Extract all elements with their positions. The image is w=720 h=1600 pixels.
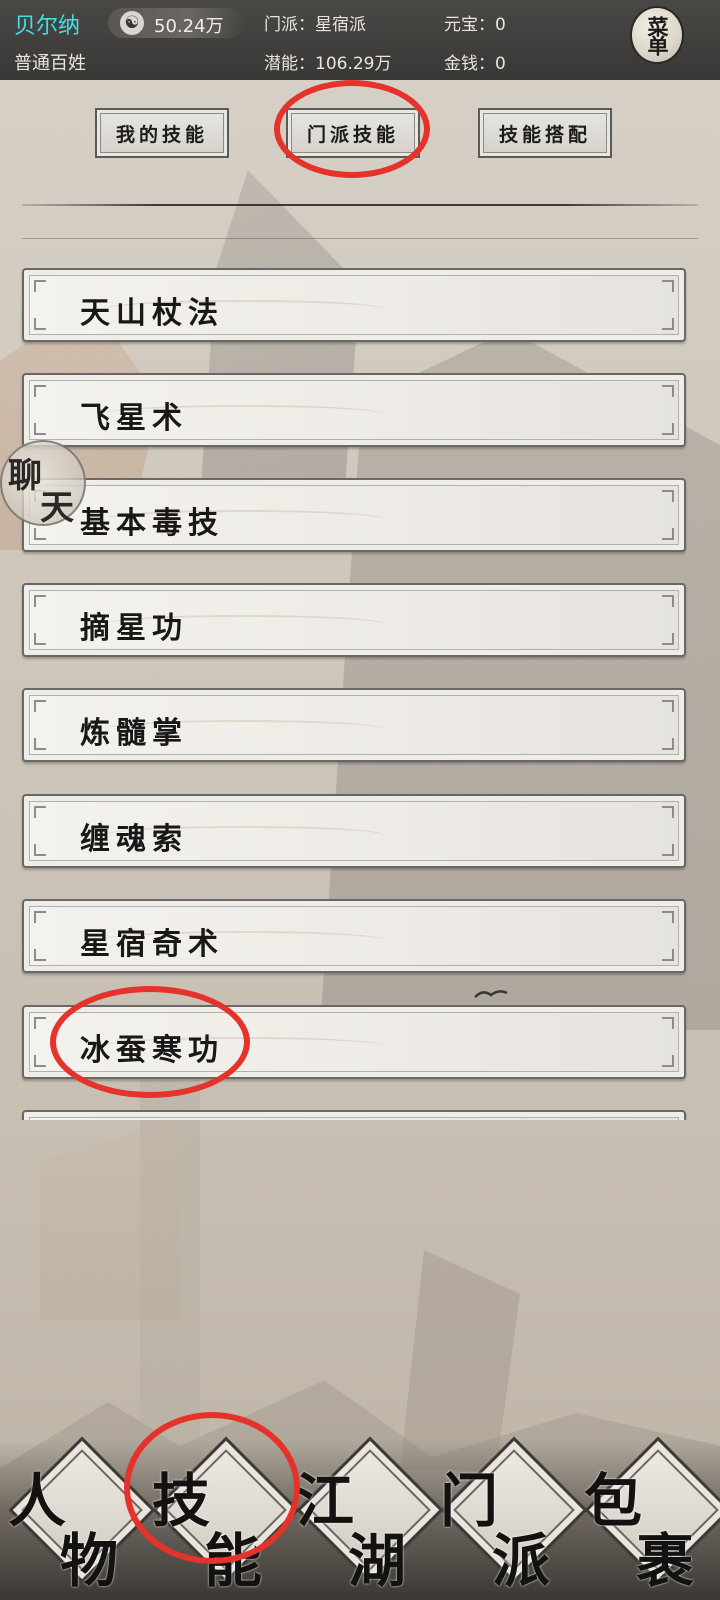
skill-item-partial[interactable] bbox=[22, 1110, 686, 1120]
potential-label: 潜能：106.29万 bbox=[264, 54, 392, 74]
skill-item-basic-poison[interactable]: 基本毒技 bbox=[22, 478, 686, 552]
nav-character[interactable]: 人 物 bbox=[0, 1436, 156, 1600]
skill-item-star-picking[interactable]: 摘星功 bbox=[22, 583, 686, 657]
nav-jianghu[interactable]: 江 湖 bbox=[288, 1436, 444, 1600]
corner-ornament bbox=[34, 844, 46, 856]
bottom-nav: 人 物 技 能 江 湖 门 派 包 裹 bbox=[0, 1436, 720, 1600]
corner-ornament bbox=[662, 911, 674, 923]
nav-glyph: 江 bbox=[296, 1467, 355, 1535]
mountain-shape bbox=[40, 1120, 180, 1320]
corner-ornament bbox=[662, 528, 674, 540]
corner-ornament bbox=[34, 700, 46, 712]
corner-ornament bbox=[34, 738, 46, 750]
skill-item-xingxiu-art[interactable]: 星宿奇术 bbox=[22, 899, 686, 973]
chat-char: 天 bbox=[40, 488, 74, 528]
corner-ornament bbox=[34, 1017, 46, 1029]
corner-ornament bbox=[662, 595, 674, 607]
nav-glyph: 技 bbox=[152, 1467, 211, 1535]
skill-name: 摘星功 bbox=[80, 611, 188, 646]
corner-ornament bbox=[662, 490, 674, 502]
corner-ornament bbox=[34, 1055, 46, 1067]
silver-icon: ☯ bbox=[120, 11, 144, 35]
player-rank: 普通百姓 bbox=[14, 53, 86, 74]
corner-ornament bbox=[34, 595, 46, 607]
corner-ornament bbox=[662, 700, 674, 712]
skill-item-marrow-palm[interactable]: 炼髓掌 bbox=[22, 688, 686, 762]
skill-name: 天山杖法 bbox=[80, 296, 224, 331]
bird-icon bbox=[474, 990, 508, 998]
nav-skills[interactable]: 技 能 bbox=[144, 1436, 300, 1600]
divider bbox=[22, 204, 698, 206]
nav-inventory[interactable]: 包 裹 bbox=[576, 1436, 720, 1600]
skill-name: 缠魂索 bbox=[80, 822, 188, 857]
money-label: 金钱：0 bbox=[444, 54, 506, 74]
skill-item-tianshan-staff[interactable]: 天山杖法 bbox=[22, 268, 686, 342]
menu-button[interactable]: 菜单 bbox=[630, 6, 684, 64]
tab-sect-skills[interactable]: 门派技能 bbox=[286, 108, 420, 158]
status-header: 贝尔纳 普通百姓 ☯ 50.24万 门派：星宿派 潜能：106.29万 元宝：0… bbox=[0, 0, 720, 80]
chat-char: 聊 bbox=[8, 456, 42, 496]
skill-name: 飞星术 bbox=[80, 401, 188, 436]
nav-sect[interactable]: 门 派 bbox=[432, 1436, 588, 1600]
corner-ornament bbox=[34, 423, 46, 435]
corner-ornament bbox=[662, 949, 674, 961]
corner-ornament bbox=[662, 1055, 674, 1067]
corner-ornament bbox=[34, 385, 46, 397]
tab-my-skills[interactable]: 我的技能 bbox=[95, 108, 229, 158]
nav-glyph: 湖 bbox=[348, 1527, 407, 1595]
divider bbox=[22, 238, 698, 239]
silver-display: ☯ 50.24万 bbox=[108, 8, 244, 38]
ingot-label: 元宝：0 bbox=[444, 15, 506, 35]
silver-value: 50.24万 bbox=[154, 16, 224, 37]
skill-name: 星宿奇术 bbox=[80, 927, 224, 962]
player-name[interactable]: 贝尔纳 bbox=[14, 8, 80, 40]
corner-ornament bbox=[662, 806, 674, 818]
skill-item-ice-silkworm[interactable]: 冰蚕寒功 bbox=[22, 1005, 686, 1079]
skill-item-flying-star[interactable]: 飞星术 bbox=[22, 373, 686, 447]
nav-glyph: 物 bbox=[60, 1527, 119, 1595]
skill-name: 基本毒技 bbox=[80, 506, 224, 541]
corner-ornament bbox=[662, 844, 674, 856]
corner-ornament bbox=[662, 423, 674, 435]
corner-ornament bbox=[34, 949, 46, 961]
nav-glyph: 裹 bbox=[636, 1527, 695, 1595]
nav-glyph: 门 bbox=[440, 1467, 499, 1535]
corner-ornament bbox=[662, 385, 674, 397]
corner-ornament bbox=[34, 806, 46, 818]
nav-glyph: 派 bbox=[492, 1527, 551, 1595]
nav-glyph: 包 bbox=[584, 1467, 643, 1535]
corner-ornament bbox=[662, 633, 674, 645]
corner-ornament bbox=[34, 280, 46, 292]
tab-skill-loadout[interactable]: 技能搭配 bbox=[478, 108, 612, 158]
skill-item-soul-rope[interactable]: 缠魂索 bbox=[22, 794, 686, 868]
sect-label: 门派：星宿派 bbox=[264, 15, 366, 35]
chat-button[interactable]: 聊 天 bbox=[0, 440, 86, 528]
corner-ornament bbox=[34, 633, 46, 645]
skill-name: 炼髓掌 bbox=[80, 716, 188, 751]
skill-name: 冰蚕寒功 bbox=[80, 1033, 224, 1068]
corner-ornament bbox=[34, 318, 46, 330]
corner-ornament bbox=[662, 280, 674, 292]
nav-glyph: 能 bbox=[204, 1527, 263, 1595]
corner-ornament bbox=[662, 1017, 674, 1029]
corner-ornament bbox=[34, 528, 46, 540]
corner-ornament bbox=[662, 318, 674, 330]
skill-list[interactable]: 天山杖法 飞星术 基本毒技 摘星功 炼髓掌 缠魂索 星宿奇术 冰蚕寒功 bbox=[0, 268, 720, 1120]
nav-glyph: 人 bbox=[8, 1467, 67, 1535]
corner-ornament bbox=[34, 911, 46, 923]
corner-ornament bbox=[662, 738, 674, 750]
